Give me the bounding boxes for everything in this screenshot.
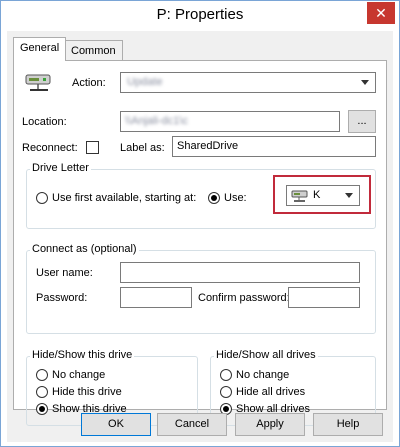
drive-no-change-label: No change — [52, 369, 106, 381]
hide-show-drive-title: Hide/Show this drive — [30, 349, 135, 361]
password-input[interactable] — [120, 287, 192, 308]
hide-this-drive-radio[interactable] — [36, 386, 48, 398]
connect-as-title: Connect as (optional) — [30, 243, 139, 255]
location-input[interactable]: \\Anjali-dc1\c — [120, 111, 340, 132]
label-as-label: Label as: — [120, 142, 165, 154]
apply-button[interactable]: Apply — [235, 413, 305, 436]
chevron-down-icon — [345, 193, 353, 198]
drive-letter-select[interactable]: K — [286, 185, 360, 206]
chevron-down-icon — [361, 80, 369, 85]
hide-show-all-title: Hide/Show all drives — [214, 349, 318, 361]
password-label: Password: — [36, 292, 88, 304]
show-this-drive-radio[interactable] — [36, 403, 48, 415]
hide-this-drive-label: Hide this drive — [52, 386, 122, 398]
window-title: P: Properties — [156, 6, 244, 23]
location-label: Location: — [22, 116, 67, 128]
properties-window: P: Properties ✕ General Common Action: U… — [0, 0, 400, 447]
all-no-change-radio[interactable] — [220, 369, 232, 381]
drive-icon — [25, 74, 51, 91]
ok-button[interactable]: OK — [81, 413, 151, 436]
all-no-change-label: No change — [236, 369, 290, 381]
use-first-available-radio[interactable] — [36, 192, 48, 204]
action-select[interactable]: Update — [120, 72, 376, 93]
confirm-password-input[interactable] — [288, 287, 360, 308]
action-label: Action: — [72, 77, 106, 89]
use-radio[interactable] — [208, 192, 220, 204]
confirm-password-label: Confirm password: — [198, 292, 290, 304]
cancel-button[interactable]: Cancel — [157, 413, 227, 436]
tab-common[interactable]: Common — [64, 40, 123, 61]
browse-button[interactable]: ... — [348, 110, 376, 133]
drive-letter-value: K — [313, 189, 321, 201]
hide-all-drives-label: Hide all drives — [236, 386, 306, 398]
close-icon: ✕ — [375, 4, 387, 21]
drive-letter-title: Drive Letter — [30, 162, 91, 174]
general-panel: Action: Update Location: \\Anjali-dc1\c … — [13, 60, 387, 426]
use-first-available-label: Use first available, starting at: — [52, 192, 197, 204]
close-button[interactable]: ✕ — [367, 2, 395, 24]
username-input[interactable] — [120, 262, 360, 283]
reconnect-label: Reconnect: — [22, 142, 78, 154]
username-label: User name: — [36, 267, 93, 279]
label-as-input[interactable]: SharedDrive — [172, 136, 376, 157]
tab-general[interactable]: General — [13, 37, 67, 61]
action-value: Update — [127, 76, 163, 88]
reconnect-checkbox[interactable] — [86, 141, 99, 154]
label-as-value: SharedDrive — [177, 140, 239, 152]
use-label: Use: — [224, 192, 247, 204]
title-bar[interactable]: P: Properties ✕ — [1, 1, 399, 29]
help-button[interactable]: Help — [313, 413, 383, 436]
dialog-client: General Common Action: Update Location: … — [7, 31, 393, 442]
hide-all-drives-radio[interactable] — [220, 386, 232, 398]
location-value: \\Anjali-dc1\c — [125, 115, 188, 127]
drive-no-change-radio[interactable] — [36, 369, 48, 381]
drive-icon — [291, 190, 308, 202]
